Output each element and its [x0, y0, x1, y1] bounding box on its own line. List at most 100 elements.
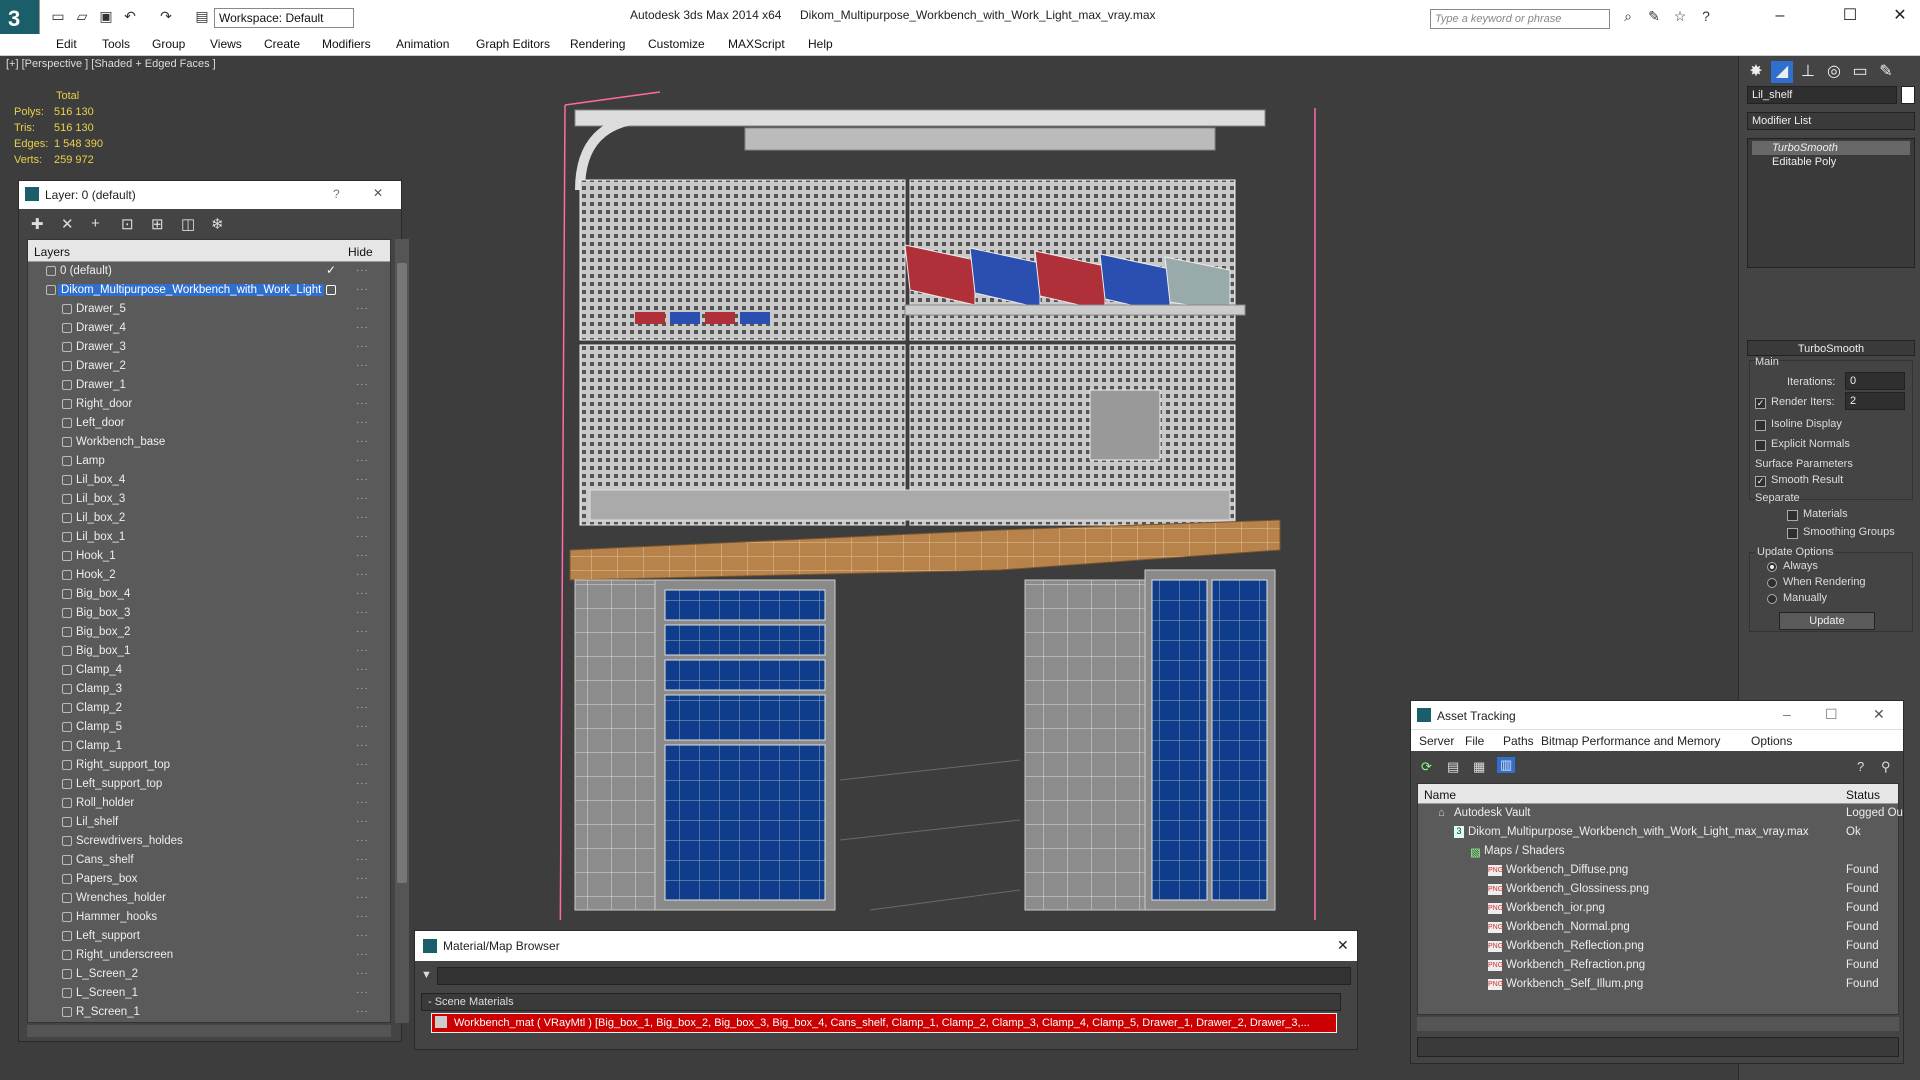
layer-object-row[interactable]: Hook_1 ···: [28, 547, 390, 566]
maximize-icon[interactable]: ☐: [1825, 706, 1838, 723]
menu-options[interactable]: Options: [1751, 734, 1792, 748]
drawer-4[interactable]: [664, 624, 826, 656]
motion-tab-icon[interactable]: ◎: [1823, 61, 1845, 83]
underscreens[interactable]: [589, 489, 1231, 521]
materials-checkbox[interactable]: [1787, 510, 1798, 521]
iterations-spinner[interactable]: 0: [1845, 372, 1905, 390]
hide-toggle[interactable]: ···: [356, 474, 369, 485]
hide-toggle[interactable]: ···: [356, 360, 369, 371]
layer-object-row[interactable]: Drawer_4 ···: [28, 319, 390, 338]
hide-toggle[interactable]: ···: [356, 379, 369, 390]
smooth-result-checkbox[interactable]: ✓: [1755, 476, 1766, 487]
list-view-icon[interactable]: ▤: [1447, 759, 1459, 775]
lamp-bar[interactable]: [574, 109, 1266, 127]
layer-object-row[interactable]: Lil_shelf ···: [28, 813, 390, 832]
layer-new-icon[interactable]: ✚: [31, 215, 44, 233]
hide-toggle[interactable]: ···: [356, 550, 369, 561]
asset-table[interactable]: Name Status ⌂ Autodesk Vault Logged Ou 3…: [1417, 783, 1903, 1015]
drawer-2[interactable]: [664, 694, 826, 741]
col-hide[interactable]: Hide: [348, 245, 373, 259]
left-door[interactable]: [1151, 579, 1208, 901]
hide-toggle[interactable]: ···: [356, 778, 369, 789]
favorites-icon[interactable]: ☆: [1672, 8, 1688, 24]
papers-box[interactable]: [1089, 389, 1161, 461]
drawer-5[interactable]: [664, 589, 826, 621]
layer-object-row[interactable]: Clamp_2 ···: [28, 699, 390, 718]
layer-object-row[interactable]: Right_underscreen ···: [28, 946, 390, 965]
open-icon[interactable]: ▱: [74, 8, 90, 24]
layer-list[interactable]: Layers Hide 0 (default) ✓ ··· Dikom_Mult…: [27, 239, 391, 1023]
menu-paths[interactable]: Paths: [1503, 734, 1534, 748]
binoculars-icon[interactable]: ⌕: [1620, 8, 1636, 24]
hide-toggle[interactable]: ···: [356, 455, 369, 466]
menu-create[interactable]: Create: [264, 37, 300, 51]
menu-bitmap-performance[interactable]: Bitmap Performance and Memory: [1541, 734, 1720, 748]
menu-file[interactable]: File: [1465, 734, 1484, 748]
layer-object-row[interactable]: Hammer_hooks ···: [28, 908, 390, 927]
layer-object-row[interactable]: Clamp_1 ···: [28, 737, 390, 756]
redo-icon[interactable]: ↷: [158, 8, 174, 24]
asset-row-texture[interactable]: PNG Workbench_ior.png Found: [1418, 899, 1898, 918]
hide-toggle[interactable]: ···: [356, 1006, 369, 1017]
drawer-1[interactable]: [664, 744, 826, 901]
render-iters-spinner[interactable]: 2: [1845, 392, 1905, 410]
hide-toggle[interactable]: ···: [356, 721, 369, 732]
hide-toggle[interactable]: ···: [356, 398, 369, 409]
asset-row-texture[interactable]: PNG Workbench_Normal.png Found: [1418, 918, 1898, 937]
table-view-icon[interactable]: ▥: [1497, 757, 1516, 773]
manually-radio[interactable]: [1767, 594, 1777, 604]
explicit-normals-checkbox[interactable]: [1755, 440, 1766, 451]
layer-row-default[interactable]: 0 (default) ✓ ···: [28, 262, 390, 281]
menu-maxscript[interactable]: MAXScript: [728, 37, 785, 51]
layer-object-row[interactable]: Clamp_3 ···: [28, 680, 390, 699]
hide-toggle[interactable]: ···: [356, 968, 369, 979]
asset-row-texture[interactable]: PNG Workbench_Self_Illum.png Found: [1418, 975, 1898, 994]
layer-object-row[interactable]: Right_door ···: [28, 395, 390, 414]
asset-row-file[interactable]: 3 Dikom_Multipurpose_Workbench_with_Work…: [1418, 823, 1898, 842]
asset-tracking-header[interactable]: Asset Tracking – ☐ ✕: [1411, 701, 1903, 729]
hide-toggle[interactable]: ···: [356, 512, 369, 523]
layer-object-row[interactable]: Lamp ···: [28, 452, 390, 471]
layer-object-row[interactable]: L_Screen_2 ···: [28, 965, 390, 984]
hide-toggle[interactable]: ···: [356, 816, 369, 827]
layer-object-row[interactable]: Screwdrivers_holdes ···: [28, 832, 390, 851]
smoothing-groups-checkbox[interactable]: [1787, 528, 1798, 539]
stack-item-turbosmooth[interactable]: TurboSmooth: [1752, 141, 1910, 155]
layer-object-row[interactable]: Left_support_top ···: [28, 775, 390, 794]
save-icon[interactable]: ▣: [98, 8, 114, 24]
menu-tools[interactable]: Tools: [102, 37, 130, 51]
layer-freeze-icon[interactable]: ❄: [211, 215, 224, 233]
layer-add-icon[interactable]: +: [91, 215, 100, 232]
render-iters-checkbox[interactable]: ✓: [1755, 398, 1766, 409]
scene-materials-section[interactable]: - Scene Materials: [421, 993, 1341, 1011]
workbench-model[interactable]: [540, 80, 1340, 920]
layer-select-icon[interactable]: ⊡: [121, 215, 134, 233]
options-dropdown-icon[interactable]: ▼: [421, 969, 432, 981]
menu-modifiers[interactable]: Modifiers: [322, 37, 371, 51]
hide-toggle[interactable]: ···: [356, 702, 369, 713]
col-layers[interactable]: Layers: [34, 245, 70, 259]
col-name[interactable]: Name: [1424, 788, 1456, 802]
layer-object-row[interactable]: Workbench_base ···: [28, 433, 390, 452]
lil-shelf[interactable]: [904, 304, 1246, 316]
layer-delete-icon[interactable]: ✕: [61, 215, 74, 233]
layer-row-selected[interactable]: Dikom_Multipurpose_Workbench_with_Work_L…: [28, 281, 390, 300]
refresh-icon[interactable]: ⟳: [1421, 759, 1432, 775]
help-icon[interactable]: ?: [333, 187, 340, 201]
layer-object-row[interactable]: Papers_box ···: [28, 870, 390, 889]
asset-horizontal-scrollbar[interactable]: [1417, 1017, 1899, 1031]
hide-toggle[interactable]: ···: [356, 322, 369, 333]
display-tab-icon[interactable]: ▭: [1849, 61, 1871, 83]
layer-object-row[interactable]: Right_support_top ···: [28, 756, 390, 775]
layer-object-row[interactable]: Lil_box_4 ···: [28, 471, 390, 490]
layer-object-row[interactable]: Left_door ···: [28, 414, 390, 433]
asset-path-field[interactable]: [1417, 1037, 1899, 1057]
hide-toggle[interactable]: ···: [356, 645, 369, 656]
layer-object-row[interactable]: Big_box_1 ···: [28, 642, 390, 661]
layer-object-row[interactable]: Cans_shelf ···: [28, 851, 390, 870]
tools-icon[interactable]: ✎: [1646, 8, 1662, 24]
hierarchy-tab-icon[interactable]: ⊥: [1797, 61, 1819, 83]
layer-object-row[interactable]: Hook_2 ···: [28, 566, 390, 585]
layer-object-row[interactable]: Lil_box_2 ···: [28, 509, 390, 528]
hide-toggle[interactable]: ···: [356, 987, 369, 998]
